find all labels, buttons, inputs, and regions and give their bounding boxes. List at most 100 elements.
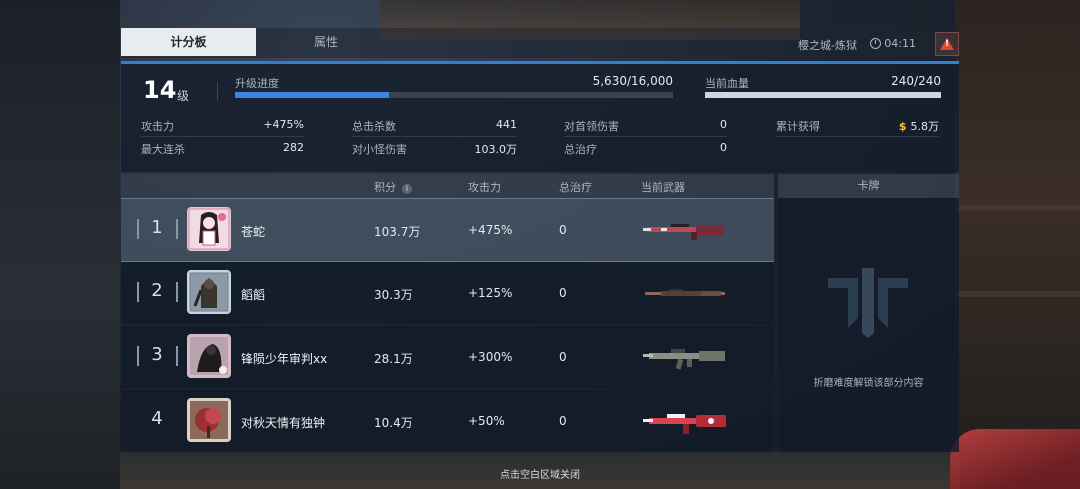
player-name: 对秋天情有独钟	[241, 416, 326, 430]
stat-earned: 累计获得 $5.8万	[776, 118, 939, 134]
stat-max-streak: 最大连杀 282	[141, 141, 304, 157]
cards-panel: 折磨难度解锁该部分内容	[778, 198, 959, 452]
stat-boss-damage: 对首领伤害 0	[564, 118, 727, 134]
rank-divider	[137, 219, 139, 239]
weapon-rifle-icon	[643, 414, 726, 434]
player-heal: 0	[559, 414, 567, 428]
hp-progress-fill	[705, 92, 941, 98]
player-attack: +475%	[468, 223, 513, 237]
table-row[interactable]: 4 对秋天情有独钟 10.4万 +50% 0	[121, 390, 774, 452]
stat-label: 最大连杀	[141, 143, 185, 156]
match-timer: 04:11	[870, 37, 916, 50]
hp-value: 240/240	[891, 74, 941, 88]
player-name: 饀饀	[241, 288, 266, 302]
rank-number: 2	[151, 280, 163, 301]
header-score: 积分 i	[374, 179, 412, 195]
player-name: 锋陨少年审判xx	[241, 352, 328, 366]
header-weapon: 当前武器	[641, 181, 685, 194]
player-attack: +300%	[468, 350, 513, 364]
divider	[564, 136, 727, 137]
background-fence	[955, 205, 1080, 297]
timer-text: 04:11	[884, 37, 916, 50]
stat-attack: 攻击力 +475%	[141, 118, 304, 134]
clock-icon	[870, 38, 882, 49]
stat-value: 282	[283, 141, 304, 154]
stat-value: 441	[496, 118, 517, 131]
player-score: 28.1万	[374, 352, 413, 366]
avatar[interactable]	[187, 334, 231, 378]
divider	[352, 136, 517, 137]
avatar-image	[187, 207, 231, 251]
exp-progress-bar	[235, 92, 673, 98]
player-heal: 0	[559, 286, 567, 300]
weapon-sniper-icon	[645, 289, 725, 296]
table-header: 积分 i 攻击力 总治疗 当前武器	[121, 174, 774, 198]
player-name: 苍蛇	[241, 225, 266, 239]
report-button[interactable]	[935, 32, 959, 56]
header-heal: 总治疗	[559, 181, 592, 194]
stat-value: +475%	[263, 118, 304, 131]
stat-label: 累计获得	[776, 120, 820, 133]
level-number: 14	[143, 76, 177, 104]
stat-value: 0	[720, 141, 727, 154]
divider	[217, 82, 218, 100]
stat-value: 0	[720, 118, 727, 131]
avatar-image	[187, 334, 231, 378]
player-heal: 0	[559, 350, 567, 364]
table-row[interactable]: 3 锋陨少年审判xx 28.1万 +300% 0	[121, 326, 774, 388]
avatar[interactable]	[187, 270, 231, 314]
rank-number: 3	[151, 344, 163, 365]
scoreboard-panel: 计分板 属性 樱之城-炼狱 04:11 14 级 升级进度 5,630/16,0…	[121, 28, 959, 452]
stat-minion-damage: 对小怪伤害 103.0万	[352, 141, 517, 157]
divider	[776, 136, 939, 137]
player-score: 10.4万	[374, 416, 413, 430]
emblem-icon	[828, 268, 908, 338]
table-row[interactable]: 2 饀饀 30.3万 +125% 0	[121, 262, 774, 324]
warning-icon	[940, 38, 954, 50]
tab-attributes[interactable]: 属性	[256, 28, 396, 56]
exp-label: 升级进度	[235, 77, 279, 90]
map-location: 樱之城-炼狱	[798, 39, 857, 52]
avatar[interactable]	[187, 398, 231, 442]
tab-scoreboard[interactable]: 计分板	[121, 28, 256, 56]
stat-label: 攻击力	[141, 120, 174, 133]
background-tree	[0, 0, 120, 489]
stat-total-heal: 总治疗 0	[564, 141, 727, 157]
weapon-assault-rifle-icon	[643, 349, 725, 370]
table-row[interactable]: 1 苍蛇 103.7万 +475% 0	[121, 198, 774, 262]
avatar-image	[187, 270, 231, 314]
cards-locked-text: 折磨难度解锁该部分内容	[813, 378, 924, 389]
rank-number: 1	[151, 217, 163, 238]
player-attack: +50%	[468, 414, 505, 428]
avatar[interactable]	[187, 207, 231, 251]
stat-label: 对首领伤害	[564, 120, 619, 133]
header-score-label: 积分	[374, 181, 396, 194]
stat-label: 总击杀数	[352, 120, 396, 133]
hp-progress-bar	[705, 92, 941, 98]
level-unit: 级	[177, 89, 190, 103]
stat-value-text: 5.8万	[910, 120, 940, 133]
stat-total-kills: 总击杀数 441	[352, 118, 517, 134]
stat-value: 103.0万	[474, 143, 518, 156]
avatar-image	[187, 398, 231, 442]
player-heal: 0	[559, 223, 567, 237]
cards-header: 卡牌	[778, 174, 959, 198]
rank-divider	[137, 346, 139, 366]
weapon-rifle-icon	[643, 224, 724, 240]
header-attack: 攻击力	[468, 181, 501, 194]
exp-value: 5,630/16,000	[592, 74, 673, 88]
exp-progress-fill	[235, 92, 390, 98]
player-attack: +125%	[468, 286, 513, 300]
divider	[141, 136, 304, 137]
player-score: 103.7万	[374, 225, 421, 239]
rank-divider	[137, 282, 139, 302]
stat-label: 总治疗	[564, 143, 597, 156]
info-icon[interactable]: i	[402, 184, 412, 194]
tab-bar: 计分板 属性 樱之城-炼狱 04:11	[121, 28, 959, 58]
rank-divider	[176, 346, 178, 366]
stat-label: 对小怪伤害	[352, 143, 407, 156]
stat-value: $5.8万	[899, 118, 939, 134]
close-hint[interactable]: 点击空白区域关闭	[0, 466, 1080, 481]
player-score: 30.3万	[374, 288, 413, 302]
rank-divider	[176, 219, 178, 239]
